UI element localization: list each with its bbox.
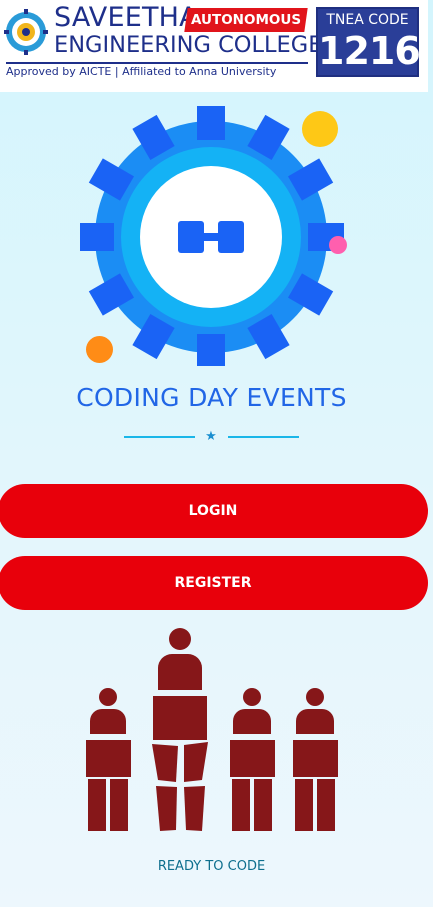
decor-dot-yellow — [302, 111, 338, 147]
tagline: READY TO CODE — [157, 859, 266, 874]
college-banner: SAVEETHA AUTONOMOUS ENGINEERING COLLEGE … — [0, 0, 428, 92]
approval-text: Approved by AICTE | Affiliated to Anna U… — [6, 62, 308, 78]
star-icon: ★ — [205, 429, 217, 444]
decor-dot-pink — [329, 236, 347, 254]
title-divider-left — [124, 436, 195, 438]
tnea-code-box: TNEA CODE 1216 — [316, 7, 421, 77]
college-crest-icon — [4, 9, 48, 55]
people-figures-icon — [86, 628, 338, 831]
register-button[interactable]: REGISTER — [0, 556, 428, 610]
login-button[interactable]: LOGIN — [0, 484, 428, 538]
gear-tooth — [197, 334, 225, 366]
tnea-code: 1216 — [318, 29, 421, 73]
autonomous-badge: AUTONOMOUS — [184, 8, 308, 32]
page-title: CODING DAY EVENTS — [76, 383, 347, 412]
tnea-label: TNEA CODE — [326, 12, 409, 28]
gear-tooth — [80, 223, 114, 251]
college-name-line1: SAVEETHA — [54, 2, 198, 33]
college-name-line2: ENGINEERING COLLEGE — [54, 32, 323, 58]
title-divider-right — [228, 436, 299, 438]
decor-dot-orange — [86, 336, 113, 363]
gear-tooth — [197, 106, 225, 140]
